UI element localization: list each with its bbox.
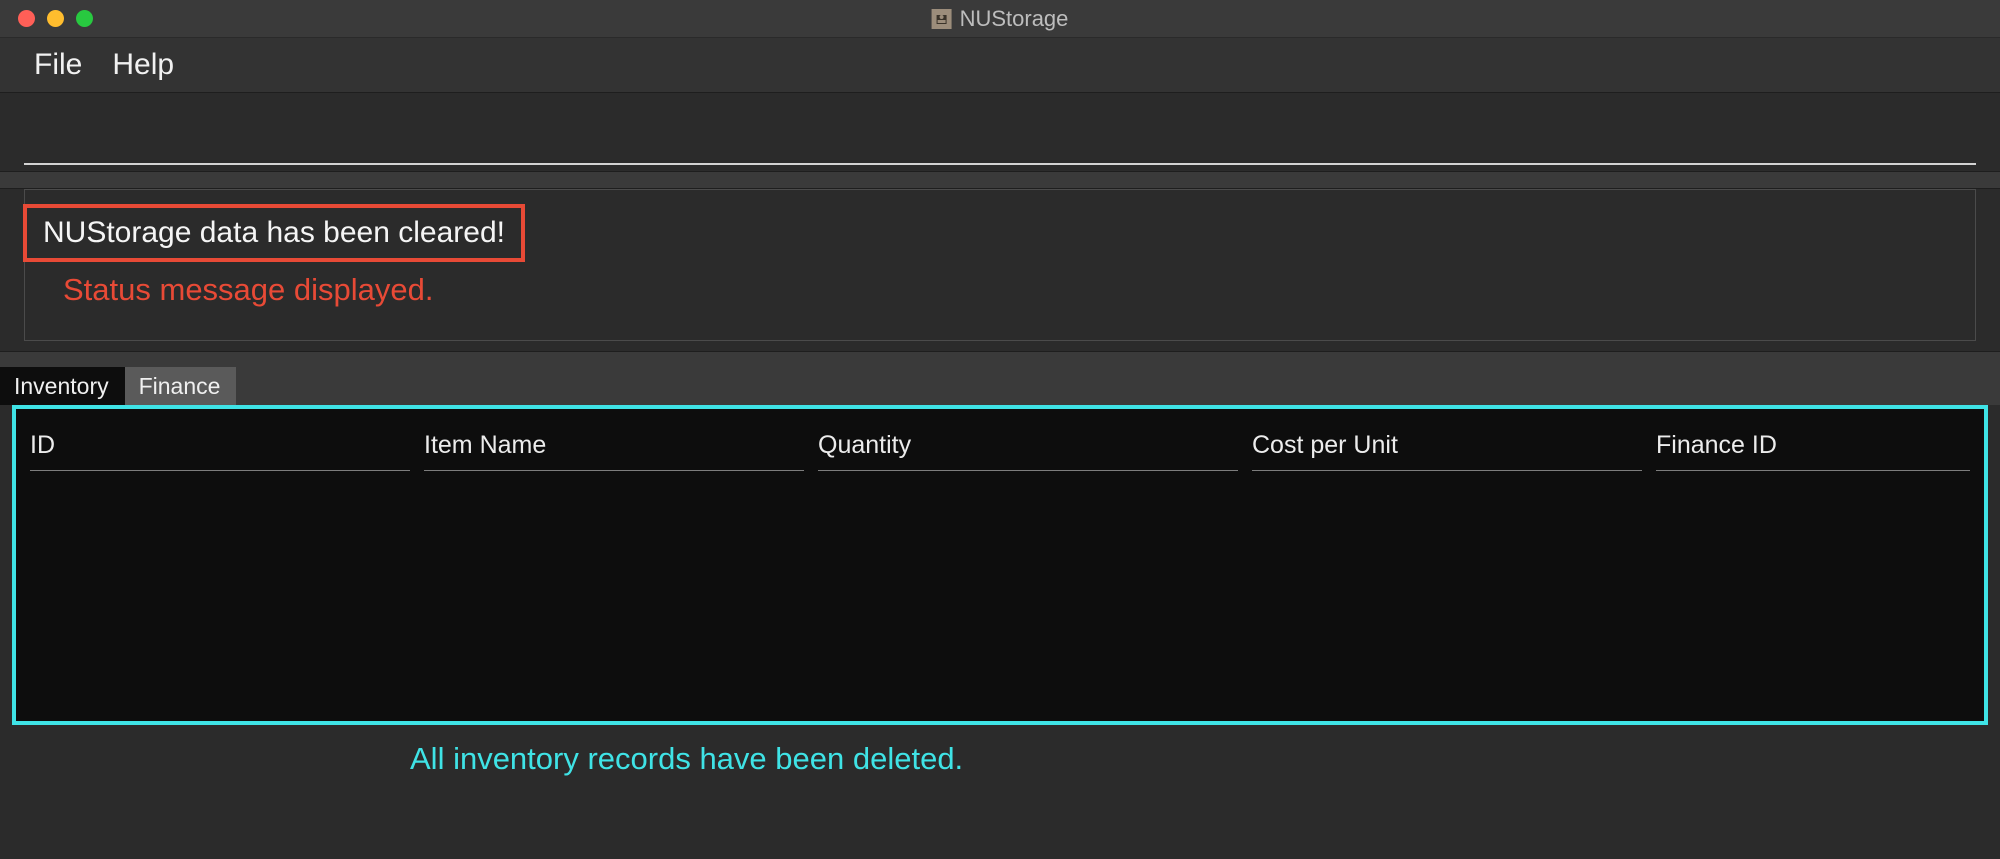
tab-finance-label: Finance [139,373,221,400]
window-title-group: NUStorage [932,6,1069,32]
app-icon [932,9,952,29]
command-input-area [0,93,2000,165]
window-title: NUStorage [960,6,1069,32]
window-maximize-button[interactable] [76,10,93,27]
divider [0,171,2000,189]
status-message: NUStorage data has been cleared! [43,216,505,249]
command-input[interactable] [24,111,1976,165]
inventory-table-body-empty [16,471,1984,721]
column-header-quantity[interactable]: Quantity [818,431,1238,471]
tab-finance[interactable]: Finance [125,367,237,405]
status-panel: NUStorage data has been cleared! Status … [24,189,1976,341]
tab-inventory[interactable]: Inventory [0,367,125,405]
tab-inventory-label: Inventory [14,373,109,400]
divider [0,351,2000,367]
traffic-lights [18,10,93,27]
column-header-finance-id[interactable]: Finance ID [1656,431,1970,471]
window-titlebar: NUStorage [0,0,2000,38]
window-minimize-button[interactable] [47,10,64,27]
tab-row: Inventory Finance [0,367,2000,405]
window-close-button[interactable] [18,10,35,27]
column-header-item-name[interactable]: Item Name [424,431,804,471]
table-annotation: All inventory records have been deleted. [410,741,2000,777]
inventory-table-highlight-box: ID Item Name Quantity Cost per Unit Fina… [12,405,1988,725]
menu-bar: File Help [0,38,2000,93]
status-annotation: Status message displayed. [63,272,1975,308]
column-header-cost-per-unit[interactable]: Cost per Unit [1252,431,1642,471]
status-message-highlight-box: NUStorage data has been cleared! [23,204,525,262]
column-header-id[interactable]: ID [30,431,410,471]
menu-help[interactable]: Help [112,48,174,82]
inventory-table-header: ID Item Name Quantity Cost per Unit Fina… [16,409,1984,471]
menu-file[interactable]: File [34,48,82,82]
